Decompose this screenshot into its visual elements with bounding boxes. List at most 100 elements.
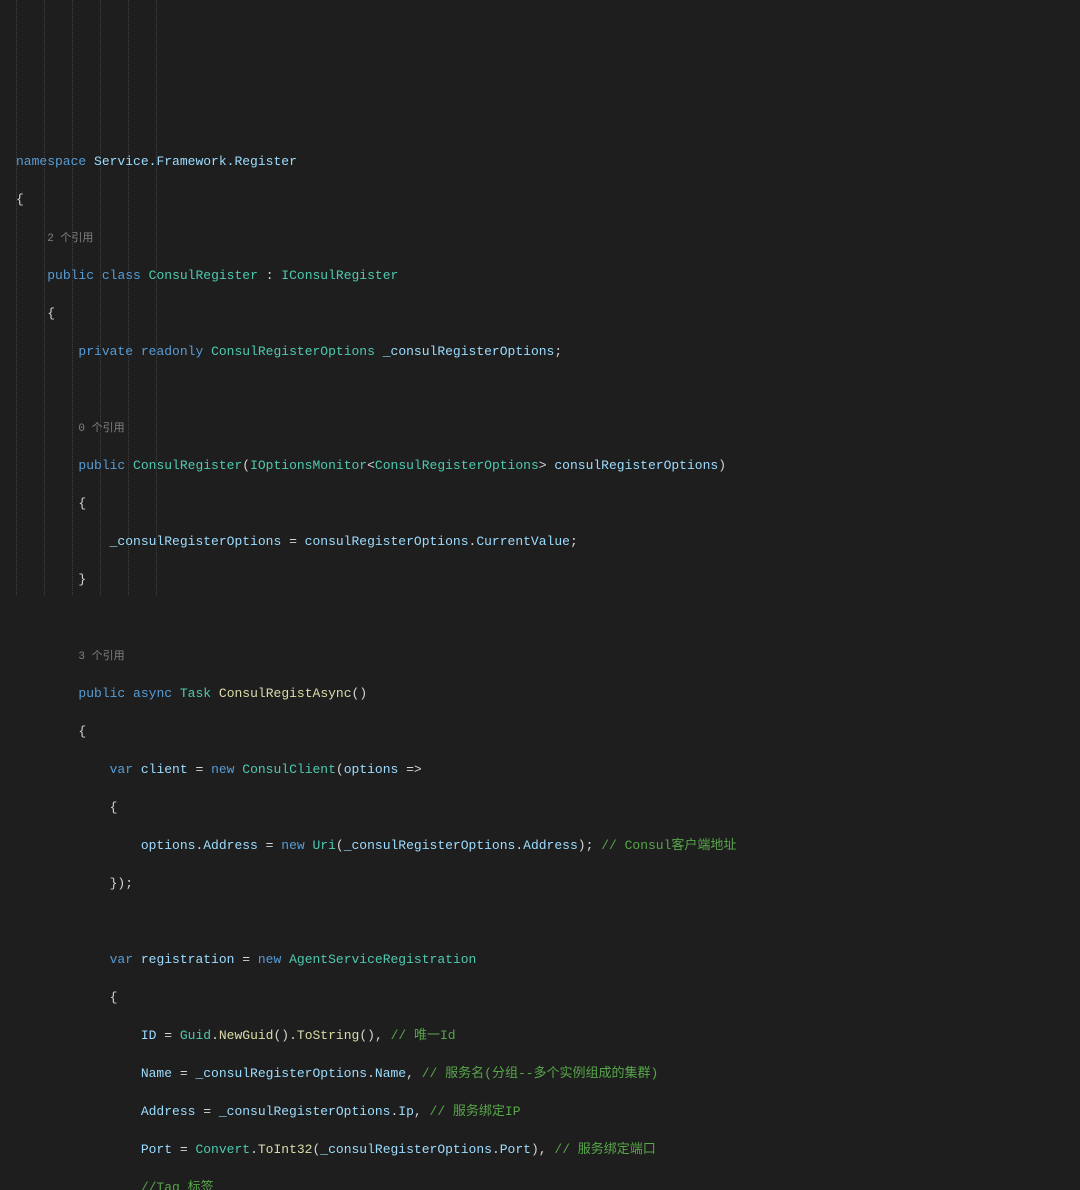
code-line[interactable]: _consulRegisterOptions = consulRegisterO… bbox=[16, 532, 1080, 551]
type-name: ConsulRegisterOptions bbox=[375, 458, 539, 473]
code-line[interactable]: { bbox=[16, 988, 1080, 1007]
type-name: IOptionsMonitor bbox=[250, 458, 367, 473]
brace: { bbox=[47, 306, 55, 321]
interface-name: IConsulRegister bbox=[281, 268, 398, 283]
code-line[interactable]: 3 个引用 bbox=[16, 646, 1080, 665]
method-name: ConsulRegistAsync bbox=[219, 686, 352, 701]
code-line[interactable]: ID = Guid.NewGuid().ToString(), // 唯一Id bbox=[16, 1026, 1080, 1045]
method-ref: ToString bbox=[297, 1028, 359, 1043]
keyword: var bbox=[110, 952, 133, 967]
type-name: Convert bbox=[195, 1142, 250, 1157]
code-line[interactable]: var registration = new AgentServiceRegis… bbox=[16, 950, 1080, 969]
type-name: ConsulClient bbox=[242, 762, 336, 777]
code-line[interactable]: }); bbox=[16, 874, 1080, 893]
code-line[interactable]: public class ConsulRegister : IConsulReg… bbox=[16, 266, 1080, 285]
brace: { bbox=[110, 990, 118, 1005]
property-name: Name bbox=[141, 1066, 172, 1081]
keyword: new bbox=[211, 762, 234, 777]
property-ref: Port bbox=[500, 1142, 531, 1157]
type-name: Uri bbox=[312, 838, 335, 853]
property-ref: Address bbox=[523, 838, 578, 853]
type-name: AgentServiceRegistration bbox=[289, 952, 476, 967]
ctor-name: ConsulRegister bbox=[133, 458, 242, 473]
param-name: options bbox=[344, 762, 399, 777]
method-ref: ToInt32 bbox=[258, 1142, 313, 1157]
code-line[interactable]: { bbox=[16, 304, 1080, 323]
keyword: new bbox=[281, 838, 304, 853]
code-line[interactable] bbox=[16, 380, 1080, 399]
comment: // 唯一Id bbox=[391, 1028, 456, 1043]
code-line[interactable]: { bbox=[16, 722, 1080, 741]
type-name: Guid bbox=[180, 1028, 211, 1043]
code-line[interactable]: private readonly ConsulRegisterOptions _… bbox=[16, 342, 1080, 361]
reference-count[interactable]: 3 个引用 bbox=[78, 651, 124, 663]
code-line[interactable]: 0 个引用 bbox=[16, 418, 1080, 437]
field-ref: _consulRegisterOptions bbox=[344, 838, 516, 853]
colon: : bbox=[258, 268, 281, 283]
code-line[interactable]: options.Address = new Uri(_consulRegiste… bbox=[16, 836, 1080, 855]
reference-count[interactable]: 0 个引用 bbox=[78, 423, 124, 435]
code-line[interactable]: 2 个引用 bbox=[16, 228, 1080, 247]
keyword: class bbox=[102, 268, 141, 283]
keyword: namespace bbox=[16, 154, 86, 169]
field-ref: _consulRegisterOptions bbox=[320, 1142, 492, 1157]
property-name: ID bbox=[141, 1028, 157, 1043]
code-line[interactable]: public ConsulRegister(IOptionsMonitor<Co… bbox=[16, 456, 1080, 475]
property-ref: CurrentValue bbox=[476, 534, 570, 549]
namespace-name: Service.Framework.Register bbox=[94, 154, 297, 169]
type-name: ConsulRegisterOptions bbox=[211, 344, 375, 359]
comment: //Tag 标签 bbox=[141, 1180, 214, 1190]
method-ref: NewGuid bbox=[219, 1028, 274, 1043]
property-ref: Ip bbox=[398, 1104, 414, 1119]
code-line[interactable]: Port = Convert.ToInt32(_consulRegisterOp… bbox=[16, 1140, 1080, 1159]
keyword: async bbox=[133, 686, 172, 701]
brace: }); bbox=[110, 876, 133, 891]
code-line[interactable]: } bbox=[16, 570, 1080, 589]
keyword: new bbox=[258, 952, 281, 967]
code-line[interactable]: public async Task ConsulRegistAsync() bbox=[16, 684, 1080, 703]
var-name: client bbox=[141, 762, 188, 777]
code-line[interactable]: var client = new ConsulClient(options => bbox=[16, 760, 1080, 779]
brace: { bbox=[78, 724, 86, 739]
field-ref: _consulRegisterOptions bbox=[110, 534, 282, 549]
comment: // 服务名(分组--多个实例组成的集群) bbox=[422, 1066, 659, 1081]
var-name: registration bbox=[141, 952, 235, 967]
brace: { bbox=[78, 496, 86, 511]
brace: { bbox=[16, 192, 24, 207]
code-line[interactable]: { bbox=[16, 798, 1080, 817]
reference-count[interactable]: 2 个引用 bbox=[47, 233, 93, 245]
type-name: Task bbox=[180, 686, 211, 701]
param-ref: consulRegisterOptions bbox=[305, 534, 469, 549]
code-line[interactable]: { bbox=[16, 494, 1080, 513]
comment: // Consul客户端地址 bbox=[601, 838, 736, 853]
comment: // 服务绑定端口 bbox=[554, 1142, 655, 1157]
property-name: Address bbox=[141, 1104, 196, 1119]
keyword: public bbox=[78, 458, 125, 473]
code-line[interactable] bbox=[16, 608, 1080, 627]
brace: { bbox=[110, 800, 118, 815]
code-line[interactable]: //Tag 标签 bbox=[16, 1178, 1080, 1190]
property-name: Port bbox=[141, 1142, 172, 1157]
field-name: _consulRegisterOptions bbox=[383, 344, 555, 359]
param-name: consulRegisterOptions bbox=[547, 458, 719, 473]
code-editor[interactable]: namespace Service.Framework.Register { 2… bbox=[0, 0, 1080, 1190]
code-line[interactable]: Address = _consulRegisterOptions.Ip, // … bbox=[16, 1102, 1080, 1121]
keyword: public bbox=[47, 268, 94, 283]
code-line[interactable]: namespace Service.Framework.Register bbox=[16, 152, 1080, 171]
brace: } bbox=[78, 572, 86, 587]
semi: ; bbox=[554, 344, 562, 359]
property-ref: Name bbox=[375, 1066, 406, 1081]
keyword: public bbox=[78, 686, 125, 701]
code-line[interactable] bbox=[16, 912, 1080, 931]
comment: // 服务绑定IP bbox=[430, 1104, 521, 1119]
var-ref: options bbox=[141, 838, 196, 853]
field-ref: _consulRegisterOptions bbox=[195, 1066, 367, 1081]
keyword: private bbox=[78, 344, 133, 359]
property-ref: Address bbox=[203, 838, 258, 853]
field-ref: _consulRegisterOptions bbox=[219, 1104, 391, 1119]
keyword: var bbox=[110, 762, 133, 777]
code-line[interactable]: Name = _consulRegisterOptions.Name, // 服… bbox=[16, 1064, 1080, 1083]
class-name: ConsulRegister bbox=[149, 268, 258, 283]
code-line[interactable]: { bbox=[16, 190, 1080, 209]
keyword: readonly bbox=[141, 344, 203, 359]
